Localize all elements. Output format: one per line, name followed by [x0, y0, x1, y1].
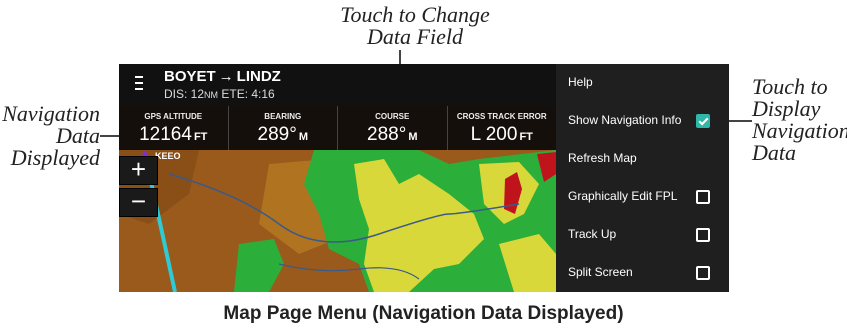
nav-field-cross-track-error[interactable]: CROSS TRACK ERROR L 200 FT: [448, 106, 557, 150]
menu-icon[interactable]: [135, 76, 143, 90]
route-title: BOYET → LINDZ: [164, 68, 281, 85]
nav-field-course[interactable]: COURSE 288° M: [338, 106, 448, 150]
zoom-in-button[interactable]: +: [119, 156, 158, 185]
nav-field-gps-altitude[interactable]: GPS ALTITUDE 12164 FT: [119, 106, 229, 150]
nav-field-bearing[interactable]: BEARING 289° M: [229, 106, 338, 150]
menu-item-show-navigation-info[interactable]: Show Navigation Info: [556, 102, 729, 140]
route-summary: DIS: 12NM ETE: 4:16: [164, 87, 275, 101]
navigation-data-strip: GPS ALTITUDE 12164 FT BEARING 289° M COURS…: [119, 106, 556, 150]
callout-change-data-field: Touch to Change Data Field: [340, 2, 490, 49]
checkbox-icon[interactable]: [696, 228, 710, 242]
app-screen: BOYET → LINDZ DIS: 12NM ETE: 4:16 GPS AL…: [119, 64, 729, 292]
menu-item-refresh-map[interactable]: Refresh Map: [556, 140, 729, 178]
map-page-menu: Help Show Navigation Info Refresh Map Gr…: [556, 64, 729, 292]
menu-item-graphically-edit-fpl[interactable]: Graphically Edit FPL: [556, 178, 729, 216]
route-header: BOYET → LINDZ DIS: 12NM ETE: 4:16: [119, 64, 556, 106]
menu-item-help[interactable]: Help: [556, 64, 729, 102]
checkbox-icon[interactable]: [696, 190, 710, 204]
callout-navigation-data-displayed: Navigation Data Displayed: [2, 101, 100, 170]
checkbox-icon[interactable]: [696, 266, 710, 280]
menu-item-split-screen[interactable]: Split Screen: [556, 254, 729, 292]
callout-display-navigation-data: Touch to Display Navigation Data: [752, 74, 847, 165]
menu-item-track-up[interactable]: Track Up: [556, 216, 729, 254]
checkbox-checked-icon[interactable]: [696, 114, 710, 128]
figure-caption: Map Page Menu (Navigation Data Displayed…: [223, 303, 624, 324]
zoom-out-button[interactable]: −: [119, 188, 158, 217]
waypoint-label: KEEO: [155, 151, 181, 161]
